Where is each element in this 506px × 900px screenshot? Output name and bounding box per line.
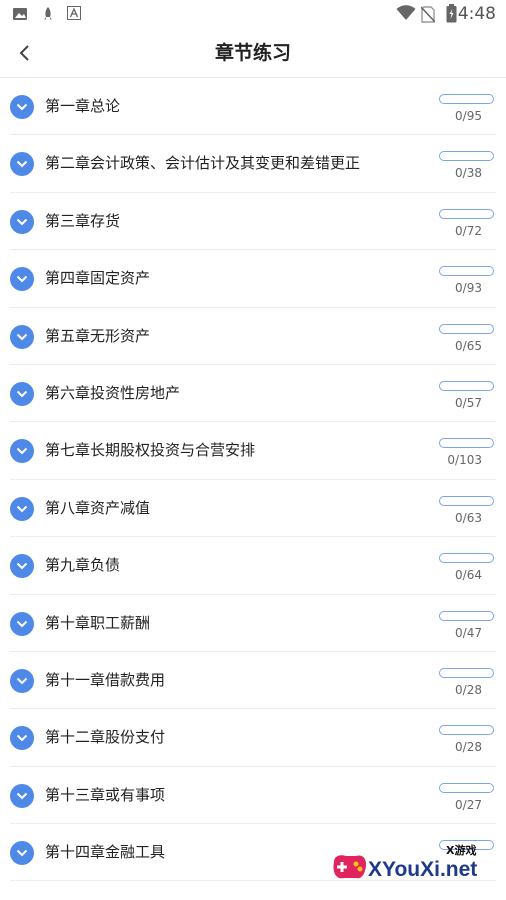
question-count: 0/27 (455, 797, 482, 812)
chapter-row[interactable]: 第三章存货 0/72 (10, 193, 496, 251)
chapter-title: 第六章投资性房地产 (45, 383, 181, 402)
expand-chevron-down-icon[interactable] (10, 95, 34, 119)
chevron-down-icon (16, 275, 28, 283)
chapter-title: 第十二章股份支付 (45, 728, 166, 747)
expand-chevron-down-icon[interactable] (10, 381, 34, 406)
chevron-down-icon (16, 735, 28, 742)
question-count: 0/95 (455, 109, 482, 123)
chapter-title: 第十章职工薪酬 (45, 613, 151, 632)
question-count: 0/28 (455, 740, 482, 755)
chapter-row[interactable]: 第十一章借款费用 0/28 (10, 652, 496, 710)
image-icon (13, 8, 27, 20)
chapter-row[interactable]: 第二章会计政策、会计估计及其变更和差错更正 0/38 (10, 135, 496, 193)
chevron-down-icon (16, 218, 28, 226)
progress-bar (439, 438, 494, 449)
expand-chevron-down-icon[interactable] (10, 554, 34, 579)
progress-bar (439, 782, 494, 793)
rocket-icon (44, 7, 52, 20)
chevron-down-icon (16, 333, 28, 340)
chevron-down-icon (16, 562, 28, 570)
progress-bar (439, 553, 494, 564)
question-count: 0/72 (455, 223, 482, 238)
battery-icon (446, 4, 457, 23)
chapter-title: 第十三章或有事项 (45, 785, 166, 804)
chapter-row[interactable]: 第九章负债 0/64 (10, 537, 496, 595)
header-bar: 章节练习 (0, 28, 506, 78)
chapter-row[interactable]: 第四章固定资产 0/93 (10, 250, 496, 308)
no-sim-icon (421, 6, 435, 23)
chevron-down-icon (16, 677, 28, 685)
progress-bar (439, 151, 494, 162)
expand-chevron-down-icon[interactable] (10, 152, 34, 177)
chapter-row[interactable]: 第十二章股份支付 0/28 (10, 709, 496, 767)
chapter-row[interactable]: 第七章长期股权投资与合营安排 0/103 (10, 422, 496, 480)
watermark-small-text: X游戏 (446, 844, 477, 857)
progress-bar (439, 208, 494, 219)
chapter-title: 第八章资产减值 (45, 498, 151, 517)
progress-bar (439, 495, 494, 506)
expand-chevron-down-icon[interactable] (10, 841, 34, 866)
chevron-down-icon (16, 448, 28, 455)
expand-chevron-down-icon[interactable] (10, 496, 34, 521)
question-count: 0/103 (447, 453, 482, 468)
chapter-row[interactable]: 第六章投资性房地产 0/57 (10, 365, 496, 423)
expand-chevron-down-icon[interactable] (10, 726, 34, 751)
chapter-row[interactable]: 第十章职工薪酬 0/47 (10, 595, 496, 652)
chapter-title: 第九章负债 (45, 556, 121, 575)
chevron-down-icon (16, 792, 28, 800)
font-app-icon (67, 6, 81, 20)
progress-bar (439, 380, 494, 391)
question-count: 0/63 (455, 510, 482, 525)
chevron-down-icon (16, 103, 28, 111)
gamepad-logo-icon (333, 855, 366, 879)
progress-bar (439, 266, 494, 277)
chapter-title: 第五章无形资产 (45, 326, 151, 345)
chapter-row[interactable]: 第十三章或有事项 0/27 (10, 767, 496, 825)
page-title: 章节练习 (214, 42, 291, 64)
expand-chevron-down-icon[interactable] (10, 668, 34, 693)
question-count: 0/28 (455, 682, 482, 697)
progress-bar (439, 667, 494, 678)
chapter-list: 第一章总论 0/95 第二章会计政策、会计估计及其变更和差错更正 0/38 第三章存货 0… (0, 78, 506, 882)
expand-chevron-down-icon[interactable] (10, 209, 34, 234)
wifi-icon (396, 5, 416, 20)
chevron-down-icon (16, 505, 28, 513)
status-time: 4:48 (457, 4, 496, 24)
chevron-down-icon (16, 620, 28, 627)
status-bar: 4:48 (0, 0, 506, 28)
chapter-row[interactable]: 第八章资产减值 0/63 (10, 480, 496, 538)
expand-chevron-down-icon[interactable] (10, 267, 34, 292)
expand-chevron-down-icon[interactable] (10, 439, 34, 464)
chevron-down-icon (16, 390, 28, 398)
chapter-title: 第十一章借款费用 (45, 670, 166, 689)
chapter-title: 第二章会计政策、会计估计及其变更和差错更正 (45, 154, 361, 173)
question-count: 0/64 (455, 568, 482, 583)
question-count: 0/38 (455, 166, 482, 181)
expand-chevron-down-icon[interactable] (10, 324, 34, 349)
question-count: 0/47 (455, 625, 482, 640)
question-count: 0/57 (455, 395, 482, 410)
chevron-down-icon (16, 161, 28, 168)
chapter-title: 第七章长期股权投资与合营安排 (45, 441, 256, 460)
expand-chevron-down-icon[interactable] (10, 611, 34, 636)
chapter-title: 第四章固定资产 (45, 269, 151, 288)
chapter-title: 第十四章金融工具 (45, 843, 166, 862)
chapter-title: 第三章存货 (45, 211, 121, 230)
chapter-title: 第一章总论 (45, 97, 121, 115)
chevron-down-icon (16, 849, 28, 857)
progress-bar (439, 725, 494, 736)
progress-bar (439, 323, 494, 334)
progress-bar (439, 94, 494, 104)
expand-chevron-down-icon[interactable] (10, 783, 34, 808)
chapter-row[interactable]: 第五章无形资产 0/65 (10, 308, 496, 365)
progress-bar (439, 610, 494, 621)
watermark-brand-text: XYouXi.net (368, 858, 478, 881)
chapter-row[interactable]: 第一章总论 0/95 (10, 78, 496, 136)
question-count: 0/65 (455, 338, 482, 353)
question-count: 0/93 (455, 281, 482, 296)
watermark: X游戏 XYouXi.net (328, 840, 498, 890)
